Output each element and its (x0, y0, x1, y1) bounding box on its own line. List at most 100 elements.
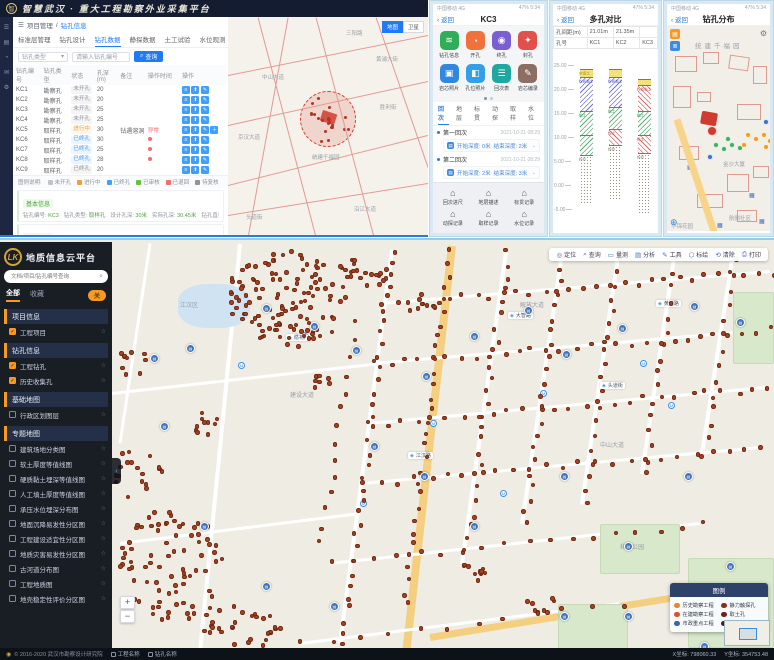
borehole-dot[interactable] (192, 525, 197, 530)
borehole-dot[interactable] (368, 453, 373, 458)
borehole-dot[interactable] (707, 435, 712, 440)
borehole-dot[interactable] (437, 301, 442, 306)
search-icon[interactable]: ⌕ (99, 273, 103, 281)
back-button[interactable]: ‹ 返回 (671, 14, 688, 24)
borehole-dot[interactable] (417, 420, 422, 425)
tab-all[interactable]: 全部 (6, 288, 20, 302)
borehole-dot[interactable] (341, 631, 346, 636)
row-action-button[interactable]: ✎ (201, 86, 209, 94)
borehole-dot[interactable] (548, 327, 553, 332)
breadcrumb-root[interactable]: 项目管理 (27, 20, 53, 30)
borehole-dot[interactable] (372, 392, 377, 397)
borehole-dot[interactable] (240, 317, 245, 322)
borehole-dot[interactable] (327, 381, 332, 386)
borehole-dot[interactable] (125, 356, 130, 361)
borehole-dot[interactable] (643, 457, 648, 462)
borehole-dot[interactable] (253, 264, 258, 269)
borehole-dot[interactable] (648, 413, 653, 418)
borehole-dot[interactable] (411, 540, 416, 545)
borehole-dot[interactable] (370, 402, 375, 407)
borehole-dot[interactable] (427, 415, 432, 420)
borehole-dot[interactable] (430, 406, 435, 411)
borehole-dot[interactable] (442, 354, 447, 359)
metro-icon[interactable]: M (668, 402, 675, 409)
borehole-dot[interactable] (229, 300, 234, 305)
borehole-dot[interactable] (278, 335, 283, 340)
borehole-dot[interactable] (181, 601, 186, 606)
overview-mini-map[interactable] (724, 620, 770, 646)
borehole-dot[interactable] (385, 293, 390, 298)
borehole-dot[interactable] (323, 505, 328, 510)
borehole-dot[interactable] (610, 462, 615, 467)
borehole-dot[interactable] (264, 638, 269, 643)
borehole-dot[interactable] (550, 596, 555, 601)
borehole-dot[interactable] (363, 271, 368, 276)
table-row[interactable]: KC4勘察孔未开孔25≡⬆✎ (14, 115, 227, 125)
borehole-dot[interactable] (271, 316, 276, 321)
main-map[interactable]: 解放大道建设大道中山大道解放公园和平公园江汉区MMMMMMMM◈循礼门◈大智路◈… (0, 242, 774, 650)
borehole-dot[interactable] (348, 584, 353, 589)
borehole-dot[interactable] (358, 635, 363, 640)
borehole-dot[interactable] (333, 475, 338, 480)
borehole-dot[interactable] (302, 291, 307, 296)
borehole-dot[interactable] (550, 319, 555, 324)
record-shortcut[interactable]: ⌂地层描述 (471, 189, 507, 206)
borehole-dot[interactable] (350, 574, 355, 579)
borehole-dot[interactable] (305, 328, 310, 333)
borehole-dot[interactable] (338, 264, 343, 269)
borehole-dot[interactable] (613, 341, 618, 346)
borehole-dot[interactable] (711, 396, 716, 401)
search-input[interactable] (9, 273, 96, 281)
borehole-dot[interactable] (298, 639, 303, 644)
borehole-dot[interactable] (341, 621, 346, 626)
borehole-dot[interactable] (156, 522, 161, 527)
borehole-dot[interactable] (295, 277, 300, 282)
layer-checkbox[interactable] (9, 411, 16, 418)
borehole-dot[interactable] (438, 325, 443, 330)
zoom-out-button[interactable]: − (120, 610, 135, 623)
borehole-dot[interactable] (406, 300, 411, 305)
borehole-dot[interactable] (257, 296, 262, 301)
borehole-dot[interactable] (271, 252, 276, 257)
borehole-dot[interactable] (219, 630, 224, 635)
borehole-dot[interactable] (472, 515, 477, 520)
app-shortcut[interactable]: ≋钻孔信息 (436, 31, 462, 59)
borehole-dot[interactable] (416, 482, 421, 487)
section-header[interactable]: 项目信息 (4, 309, 108, 324)
borehole-dot[interactable] (326, 376, 331, 381)
borehole-dot-orange[interactable] (761, 132, 767, 138)
layer-checkbox[interactable] (9, 490, 16, 497)
record-shortcut[interactable]: ⌂水位记录 (506, 210, 542, 227)
layer-checkbox[interactable] (9, 505, 16, 512)
borehole-dot[interactable] (318, 277, 323, 282)
borehole-dot[interactable] (750, 387, 755, 392)
borehole-dot[interactable] (433, 343, 438, 348)
borehole-dot[interactable] (475, 357, 480, 362)
borehole-dot[interactable] (530, 601, 535, 606)
layer-item[interactable]: 地质灾害易发性分区图☆ (4, 546, 108, 561)
borehole-dot[interactable] (261, 616, 266, 621)
borehole-dot[interactable] (308, 305, 313, 310)
borehole-dot[interactable] (448, 275, 453, 280)
borehole-dot[interactable] (157, 565, 162, 570)
borehole-dot[interactable] (144, 482, 149, 487)
borehole-dot[interactable] (169, 574, 174, 579)
toolbar-分析[interactable]: ▤分析 (635, 250, 655, 259)
project-marker[interactable]: ▤ (470, 332, 479, 341)
borehole-dot[interactable] (267, 326, 272, 331)
borehole-dot[interactable] (234, 306, 239, 311)
station-label[interactable]: ◈江汉路 (408, 452, 433, 459)
record-shortcut[interactable]: ⌂动探记录 (435, 210, 471, 227)
borehole-dot[interactable] (407, 552, 412, 557)
layer-checkbox[interactable]: ✓ (9, 362, 16, 369)
table-row[interactable]: KC1勘察孔未开孔20≡⬆✎ (14, 85, 227, 95)
borehole-type-select[interactable]: 钻孔类型▾ (18, 52, 68, 62)
borehole-dot[interactable] (459, 292, 464, 297)
borehole-dot[interactable] (278, 277, 283, 282)
borehole-dot[interactable] (587, 474, 592, 479)
borehole-dot[interactable] (341, 285, 346, 290)
row-action-button[interactable]: ≡ (182, 136, 190, 144)
borehole-dot[interactable] (313, 113, 316, 116)
borehole-dot[interactable] (205, 537, 210, 542)
borehole-dot[interactable] (506, 277, 511, 282)
